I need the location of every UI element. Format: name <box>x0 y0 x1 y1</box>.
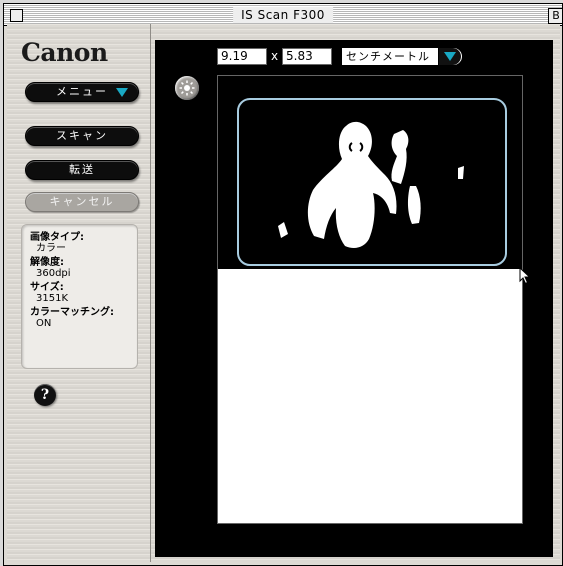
close-box[interactable] <box>10 9 23 22</box>
triangle-down-icon <box>444 52 456 61</box>
resolution-value: 360dpi <box>36 268 71 279</box>
scan-area[interactable] <box>217 75 523 524</box>
resolution-label: 解像度: <box>30 257 64 268</box>
color-matching-value: ON <box>36 318 52 329</box>
color-matching-label: カラーマッチング: <box>30 307 114 318</box>
scan-info-panel: 画像タイプ: カラー 解像度: 360dpi サイズ: 3151K カラーマッチ… <box>21 224 138 369</box>
menu-button-label: メニュー <box>56 85 108 98</box>
unit-select[interactable]: センチメートル <box>341 47 463 66</box>
preview-image <box>218 76 522 269</box>
width-field[interactable]: 9.19 <box>217 48 267 65</box>
pointer-glyph <box>519 266 531 285</box>
transfer-button[interactable]: 転送 <box>25 160 139 180</box>
zoom-box[interactable]: B <box>548 8 562 24</box>
height-field[interactable]: 5.83 <box>282 48 332 65</box>
title-bar[interactable]: IS Scan F300 B <box>4 4 562 26</box>
triangle-down-icon <box>116 88 128 97</box>
size-label: サイズ: <box>30 282 64 293</box>
question-icon: ? <box>40 387 50 403</box>
menu-button[interactable]: メニュー <box>25 82 139 102</box>
size-value: 3151K <box>36 293 69 304</box>
image-type-label: 画像タイプ: <box>30 232 84 243</box>
cursor-arrow-icon <box>519 266 531 289</box>
brightness-glyph <box>179 80 195 96</box>
unit-select-value: センチメートル <box>346 50 430 63</box>
window-title: IS Scan F300 <box>233 7 333 23</box>
selection-rectangle[interactable] <box>237 98 507 266</box>
cancel-button[interactable]: キャンセル <box>25 192 139 212</box>
sun-icon[interactable] <box>175 76 199 100</box>
image-type-value: カラー <box>36 243 66 254</box>
dimension-separator: x <box>271 49 279 63</box>
control-panel: Canon メニュー スキャン 転送 キャンセル 画像タイプ: カラー 解像度:… <box>7 24 150 562</box>
canon-logo: Canon <box>21 38 108 67</box>
help-button[interactable]: ? <box>34 384 56 406</box>
unit-select-arrow[interactable] <box>438 48 461 65</box>
scan-button[interactable]: スキャン <box>25 126 139 146</box>
